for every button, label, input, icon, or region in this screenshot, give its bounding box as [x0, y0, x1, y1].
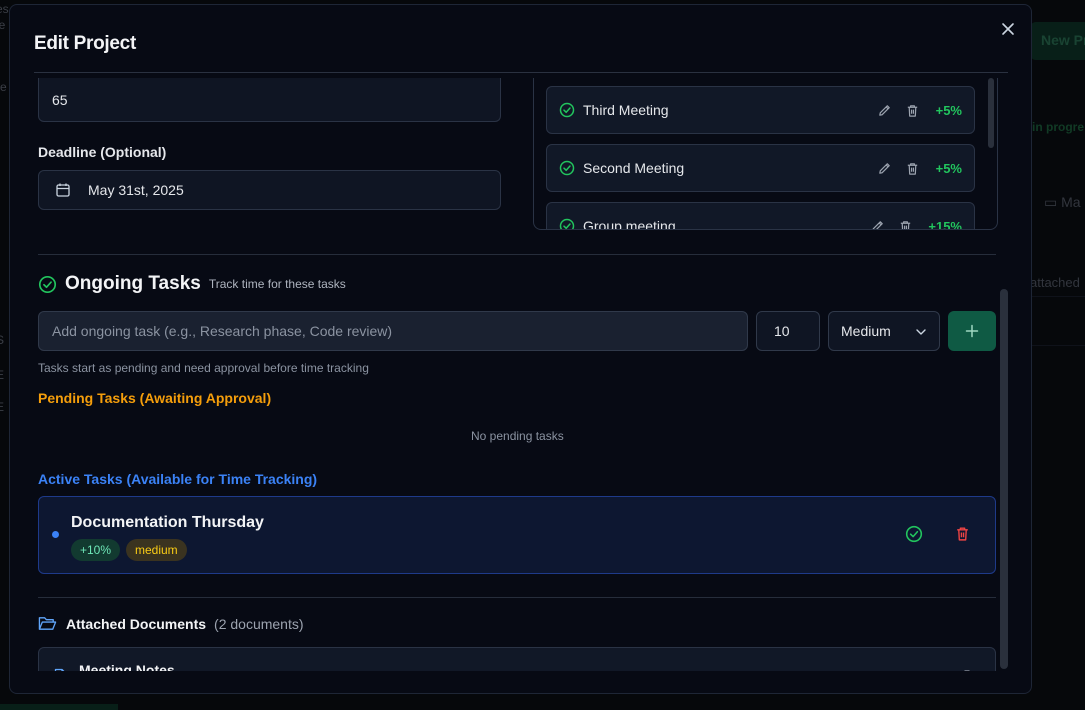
- trash-icon: [907, 104, 918, 117]
- document-name: Meeting Notes: [79, 662, 175, 671]
- deadline-label: Deadline (Optional): [38, 144, 167, 160]
- ongoing-tasks-header: Ongoing Tasks Track time for these tasks: [38, 273, 346, 295]
- modal-scrollbar[interactable]: [1000, 289, 1008, 669]
- task-name-placeholder: Add ongoing task (e.g., Research phase, …: [52, 323, 393, 339]
- add-task-button[interactable]: [948, 311, 996, 351]
- eye-icon: [923, 670, 939, 671]
- no-pending-tasks: No pending tasks: [471, 429, 564, 443]
- ongoing-tasks-title: Ongoing Tasks: [65, 273, 201, 294]
- document-item[interactable]: Meeting Notes: [38, 647, 996, 671]
- tasks-hint: Tasks start as pending and need approval…: [38, 361, 369, 375]
- section-divider: [38, 254, 996, 255]
- deadline-date-picker[interactable]: May 31st, 2025: [38, 170, 501, 210]
- modal-scroll-area[interactable]: 65 Deadline (Optional) May 31st, 2025 Th…: [10, 73, 1010, 671]
- trash-icon: [957, 527, 968, 541]
- calendar-icon: [56, 183, 70, 197]
- delete-milestone-button[interactable]: [904, 159, 922, 177]
- check-circle-icon: [559, 102, 575, 118]
- attached-documents-header: Attached Documents (2 documents): [38, 615, 304, 632]
- milestone-name: Third Meeting: [583, 102, 669, 118]
- deadline-value: May 31st, 2025: [88, 182, 184, 198]
- view-document-button[interactable]: [923, 670, 939, 671]
- trash-icon: [907, 162, 918, 175]
- delete-milestone-button[interactable]: [904, 101, 922, 119]
- check-circle-icon: [38, 275, 57, 293]
- task-name-input[interactable]: Add ongoing task (e.g., Research phase, …: [38, 311, 748, 351]
- section-divider: [38, 597, 996, 598]
- milestones-scrollbar[interactable]: [988, 78, 994, 148]
- delete-task-button[interactable]: [954, 525, 974, 545]
- milestone-item: Group meeting +15%: [546, 202, 975, 230]
- milestone-name: Group meeting: [583, 218, 676, 230]
- chevron-down-icon: [916, 329, 926, 335]
- active-task-card: Documentation Thursday +10% medium: [38, 496, 996, 574]
- attached-documents-title: Attached Documents: [66, 615, 207, 632]
- trash-icon: [964, 670, 970, 671]
- pending-tasks-title: Pending Tasks (Awaiting Approval): [38, 390, 272, 406]
- active-status-dot: [52, 531, 59, 538]
- milestone-percent: +5%: [935, 102, 962, 118]
- close-icon: [1002, 23, 1014, 35]
- complete-task-button[interactable]: [905, 525, 925, 545]
- edit-milestone-button[interactable]: [876, 101, 894, 119]
- milestone-item: Second Meeting +5%: [546, 144, 975, 192]
- active-tasks-title: Active Tasks (Available for Time Trackin…: [38, 471, 318, 487]
- delete-document-button[interactable]: [959, 668, 975, 671]
- edit-milestone-button[interactable]: [876, 159, 894, 177]
- pencil-icon: [879, 162, 890, 174]
- task-priority-badge: medium: [126, 539, 187, 561]
- task-priority-select[interactable]: Medium: [828, 311, 940, 351]
- pencil-icon: [872, 220, 883, 229]
- progress-input[interactable]: 65: [38, 78, 501, 122]
- milestone-name: Second Meeting: [583, 160, 685, 176]
- milestone-item: Third Meeting +5%: [546, 86, 975, 134]
- close-button[interactable]: [998, 19, 1018, 39]
- task-percent-badge: +10%: [71, 539, 121, 561]
- modal-title: Edit Project: [34, 33, 136, 54]
- check-circle-icon: [559, 160, 575, 176]
- delete-milestone-button[interactable]: [896, 217, 914, 229]
- task-percent-input[interactable]: 10: [756, 311, 820, 351]
- edit-project-modal: Edit Project 65 Deadline (Optional) May …: [9, 4, 1032, 694]
- ongoing-tasks-subtitle: Track time for these tasks: [208, 277, 346, 291]
- task-name: Documentation Thursday: [71, 514, 264, 531]
- milestone-percent: +5%: [935, 160, 962, 176]
- file-icon: [54, 668, 65, 671]
- edit-milestone-button[interactable]: [868, 217, 886, 229]
- plus-icon: [965, 324, 979, 338]
- trash-icon: [900, 220, 911, 229]
- pencil-icon: [879, 104, 890, 116]
- folder-open-icon: [38, 617, 57, 630]
- check-circle-icon: [905, 525, 923, 543]
- check-circle-icon: [559, 218, 575, 229]
- milestones-list[interactable]: Third Meeting +5% Second Meeting +5% Gro…: [533, 78, 998, 230]
- attached-documents-count: (2 documents): [214, 615, 304, 632]
- milestone-percent: +15%: [928, 218, 962, 230]
